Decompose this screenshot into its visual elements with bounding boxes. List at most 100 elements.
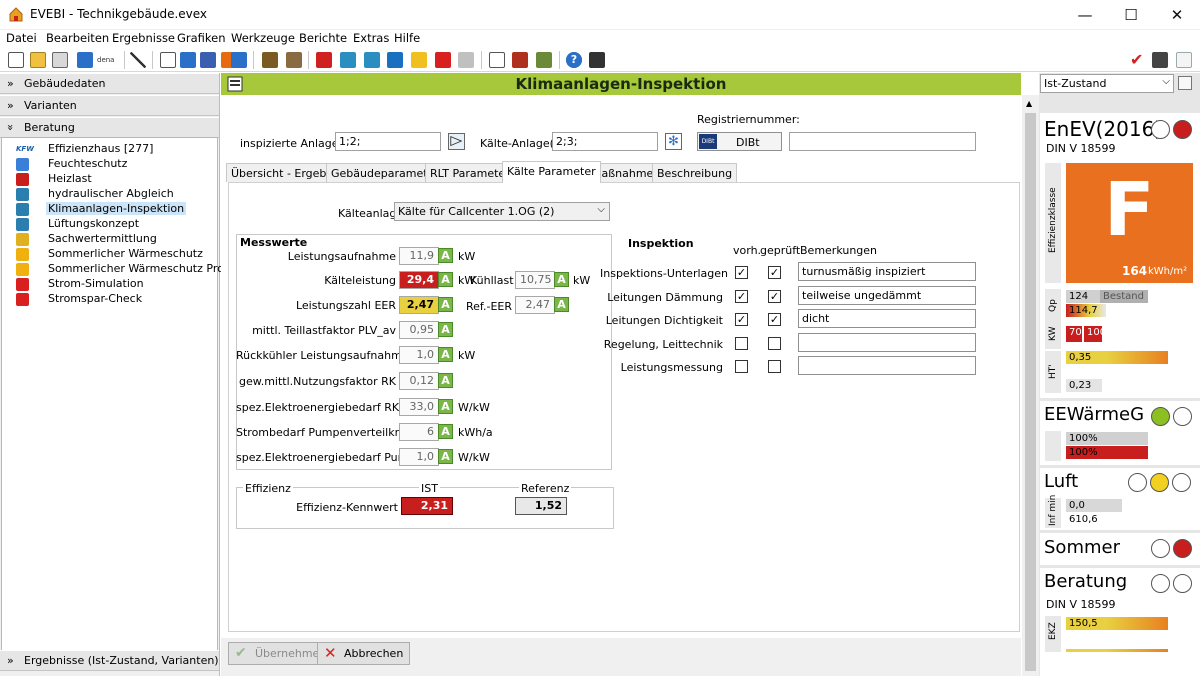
chart-line-icon[interactable] — [1176, 52, 1192, 68]
kuehllast-value[interactable]: 10,75 — [515, 271, 555, 289]
clipboard-icon[interactable] — [52, 52, 68, 68]
messwert-a-button[interactable]: A — [438, 399, 453, 414]
kaelteanlage-select[interactable]: Kälte für Callcenter 1.OG (2) ⌵ — [394, 202, 610, 221]
messwert-value[interactable]: 2,47 — [399, 296, 439, 314]
scroll-thumb[interactable] — [1025, 113, 1036, 671]
house-gray-icon[interactable] — [458, 52, 474, 68]
tab-beschreibung[interactable]: Beschreibung — [652, 163, 738, 182]
vorh-checkbox[interactable] — [735, 337, 748, 350]
check-icon[interactable]: ✔ — [1130, 52, 1146, 68]
geprueft-checkbox[interactable]: ✓ — [768, 266, 781, 279]
geprueft-checkbox[interactable]: ✓ — [768, 290, 781, 303]
messwert-value[interactable]: 1,0 — [399, 448, 439, 466]
menu-ergebnisse[interactable]: Ergebnisse — [112, 31, 175, 45]
minimize-button[interactable]: — — [1062, 0, 1108, 30]
messwert-value[interactable]: 33,0 — [399, 398, 439, 416]
messwert-a-button[interactable]: A — [438, 322, 453, 337]
calculator-icon[interactable] — [589, 52, 605, 68]
kaelte-field[interactable]: 2;3; — [552, 132, 658, 151]
forward-blue-icon[interactable] — [231, 52, 247, 68]
messwert-a-button[interactable]: A — [438, 272, 453, 287]
hydraulic-icon[interactable] — [340, 52, 356, 68]
sidebar-settings-icon[interactable] — [1178, 76, 1192, 90]
inspection-icon[interactable] — [364, 52, 380, 68]
document-icon[interactable] — [160, 52, 176, 68]
maximize-button[interactable]: ☐ — [1108, 0, 1154, 30]
messwert-value[interactable]: 29,4 — [399, 271, 439, 289]
menu-datei[interactable]: Datei — [6, 31, 37, 45]
list-icon[interactable] — [180, 52, 196, 68]
col-bemerkungen: Bemerkungen — [800, 244, 878, 257]
messwert-value[interactable]: 0,95 — [399, 321, 439, 339]
heizlast-icon[interactable] — [316, 52, 332, 68]
snowflake-icon[interactable]: ✻ — [665, 133, 682, 150]
tree-icon[interactable] — [262, 52, 278, 68]
messwert-unit: kW — [458, 250, 476, 263]
building-icon[interactable] — [286, 52, 302, 68]
geprueft-checkbox[interactable] — [768, 360, 781, 373]
scroll-up-icon[interactable]: ▲ — [1026, 99, 1032, 108]
geprueft-checkbox[interactable] — [768, 337, 781, 350]
vorh-checkbox[interactable]: ✓ — [735, 290, 748, 303]
report-icon[interactable] — [489, 52, 505, 68]
ref-eer-value[interactable]: 2,47 — [515, 296, 555, 314]
menu-bearbeiten[interactable]: Bearbeiten — [46, 31, 109, 45]
zustand-select[interactable]: Ist-Zustand ⌵ — [1040, 74, 1174, 93]
bemerkung-field[interactable] — [798, 333, 976, 352]
bemerkung-field[interactable]: dicht — [798, 309, 976, 328]
lightning-icon[interactable] — [435, 52, 451, 68]
gebaeudedaten-header[interactable]: » Gebäudedaten — [0, 73, 219, 94]
report-chart-icon[interactable] — [512, 52, 528, 68]
vertical-scrollbar[interactable]: ▲ — [1022, 95, 1039, 676]
menu-berichte[interactable]: Berichte — [299, 31, 347, 45]
menu-extras[interactable]: Extras — [353, 31, 389, 45]
beratung-header[interactable]: » Beratung — [0, 117, 219, 138]
varianten-header[interactable]: » Varianten — [0, 95, 219, 116]
ergebnisse-header[interactable]: » Ergebnisse (Ist-Zustand, Varianten) — [0, 650, 219, 671]
exit-icon[interactable] — [1152, 52, 1168, 68]
help-question-icon[interactable]: ? — [566, 52, 582, 68]
vorh-checkbox[interactable] — [735, 360, 748, 373]
anlage-select-icon[interactable] — [448, 133, 465, 150]
page-header: Klimaanlagen-Inspektion — [221, 73, 1021, 95]
dena-icon[interactable]: dena — [97, 52, 119, 68]
kuehllast-a-button[interactable]: A — [554, 272, 569, 287]
messwert-a-button[interactable]: A — [438, 347, 453, 362]
menu-grafiken[interactable]: Grafiken — [177, 31, 226, 45]
close-button[interactable]: ✕ — [1154, 0, 1200, 30]
ht-label: HT' — [1048, 364, 1058, 379]
new-file-icon[interactable] — [8, 52, 24, 68]
vorh-checkbox[interactable]: ✓ — [735, 313, 748, 326]
dibt-button[interactable]: DIBt DIBt — [697, 132, 782, 151]
image-icon[interactable] — [536, 52, 552, 68]
messwert-a-button[interactable]: A — [438, 248, 453, 263]
export-arrow-icon[interactable] — [77, 52, 93, 68]
wand-icon[interactable] — [130, 52, 146, 68]
menu-werkzeuge[interactable]: Werkzeuge — [231, 31, 295, 45]
menu-hilfe[interactable]: Hilfe — [394, 31, 420, 45]
messwert-value[interactable]: 11,9 — [399, 247, 439, 265]
abbrechen-button[interactable]: ✕ Abbrechen — [317, 642, 411, 665]
ref-eer-a-button[interactable]: A — [554, 297, 569, 312]
fan-icon[interactable] — [387, 52, 403, 68]
open-folder-icon[interactable] — [30, 52, 46, 68]
bemerkung-field[interactable] — [798, 356, 976, 375]
contacts-icon[interactable] — [200, 52, 216, 68]
messwert-a-button[interactable]: A — [438, 373, 453, 388]
messwert-value[interactable]: 1,0 — [399, 346, 439, 364]
geprueft-checkbox[interactable]: ✓ — [768, 313, 781, 326]
sun-icon[interactable] — [411, 52, 427, 68]
bemerkung-field[interactable]: turnusmäßig inspiziert — [798, 262, 976, 281]
inspizierte-field[interactable]: 1;2; — [335, 132, 441, 151]
messwert-a-button[interactable]: A — [438, 424, 453, 439]
registriernummer-field[interactable] — [789, 132, 976, 151]
tree-item-label: Effizienzhaus [277] — [48, 142, 154, 155]
messwert-a-button[interactable]: A — [438, 449, 453, 464]
messwert-a-button[interactable]: A — [438, 297, 453, 312]
messwert-value[interactable]: 6 — [399, 423, 439, 441]
bemerkung-field[interactable]: teilweise ungedämmt — [798, 286, 976, 305]
effizienz-referenz-value: 1,52 — [515, 497, 567, 515]
vorh-checkbox[interactable]: ✓ — [735, 266, 748, 279]
tab-kaelte-parameter[interactable]: Kälte Parameter — [502, 161, 601, 183]
messwert-value[interactable]: 0,12 — [399, 372, 439, 390]
